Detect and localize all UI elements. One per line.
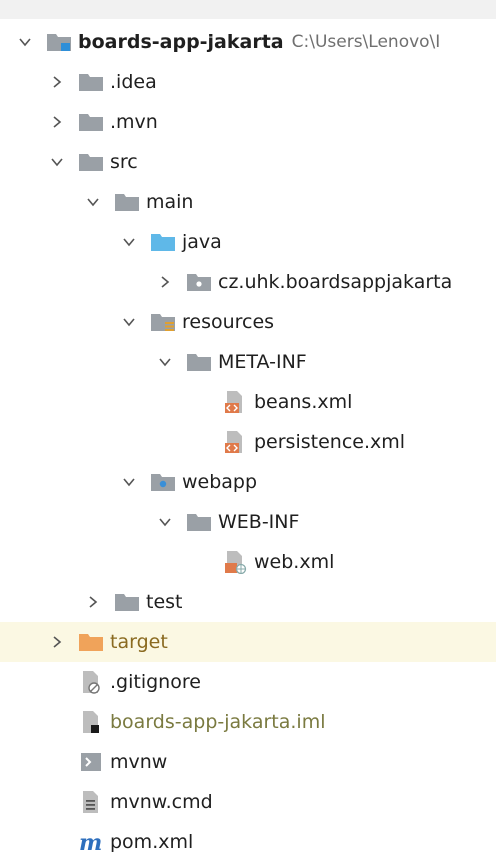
resources-folder-icon bbox=[150, 310, 176, 334]
folder-icon bbox=[114, 190, 140, 214]
tree-label: web.xml bbox=[254, 551, 335, 573]
tree-label: .idea bbox=[110, 71, 157, 93]
folder-icon bbox=[78, 110, 104, 134]
web-folder-icon bbox=[150, 470, 176, 494]
chevron-down-icon[interactable] bbox=[118, 471, 140, 493]
chevron-down-icon[interactable] bbox=[154, 511, 176, 533]
tree-node-web-inf[interactable]: WEB-INF bbox=[0, 502, 496, 542]
folder-icon bbox=[186, 350, 212, 374]
tree-label: META-INF bbox=[218, 351, 307, 373]
root-label: boards-app-jakarta bbox=[78, 31, 284, 53]
chevron-down-icon[interactable] bbox=[154, 351, 176, 373]
project-tree[interactable]: boards-app-jakarta C:\Users\Lenovo\I .id… bbox=[0, 22, 496, 862]
chevron-right-icon[interactable] bbox=[46, 111, 68, 133]
tree-label: beans.xml bbox=[254, 391, 353, 413]
maven-icon: m bbox=[78, 830, 104, 854]
web-xml-file-icon bbox=[222, 550, 248, 574]
tree-node-mvnw-cmd[interactable]: mvnw.cmd bbox=[0, 782, 496, 822]
tree-node-main[interactable]: main bbox=[0, 182, 496, 222]
tree-node-src[interactable]: src bbox=[0, 142, 496, 182]
chevron-down-icon[interactable] bbox=[82, 191, 104, 213]
tree-label: cz.uhk.boardsappjakarta bbox=[218, 271, 453, 293]
source-folder-icon bbox=[150, 230, 176, 254]
tree-node-java[interactable]: java bbox=[0, 222, 496, 262]
tree-node-meta-inf[interactable]: META-INF bbox=[0, 342, 496, 382]
tree-node-target[interactable]: target bbox=[0, 622, 496, 662]
tree-label: src bbox=[110, 151, 138, 173]
tree-node-webapp[interactable]: webapp bbox=[0, 462, 496, 502]
tree-label: target bbox=[110, 631, 168, 653]
module-folder-icon bbox=[46, 30, 72, 54]
shell-script-icon bbox=[78, 750, 104, 774]
ignored-file-icon bbox=[78, 670, 104, 694]
tree-label: main bbox=[146, 191, 194, 213]
root-path: C:\Users\Lenovo\I bbox=[291, 32, 441, 52]
tree-label: .gitignore bbox=[110, 671, 201, 693]
tree-label: java bbox=[182, 231, 222, 253]
tree-node-beans-xml[interactable]: beans.xml bbox=[0, 382, 496, 422]
tree-label: test bbox=[146, 591, 183, 613]
tree-node-test[interactable]: test bbox=[0, 582, 496, 622]
tree-label: mvnw.cmd bbox=[110, 791, 213, 813]
svg-text:m: m bbox=[79, 830, 102, 854]
tree-node-gitignore[interactable]: .gitignore bbox=[0, 662, 496, 702]
tree-node-package[interactable]: cz.uhk.boardsappjakarta bbox=[0, 262, 496, 302]
tree-label: persistence.xml bbox=[254, 431, 406, 453]
tree-label: .mvn bbox=[110, 111, 158, 133]
chevron-down-icon[interactable] bbox=[118, 231, 140, 253]
tree-label: mvnw bbox=[110, 751, 168, 773]
tree-node-resources[interactable]: resources bbox=[0, 302, 496, 342]
tree-node-persistence-xml[interactable]: persistence.xml bbox=[0, 422, 496, 462]
excluded-folder-icon bbox=[78, 630, 104, 654]
chevron-down-icon[interactable] bbox=[46, 151, 68, 173]
xml-file-icon bbox=[222, 390, 248, 414]
tree-node-web-xml[interactable]: web.xml bbox=[0, 542, 496, 582]
package-icon bbox=[186, 270, 212, 294]
tree-label: boards-app-jakarta.iml bbox=[110, 711, 326, 733]
module-file-icon bbox=[78, 710, 104, 734]
folder-icon bbox=[78, 70, 104, 94]
chevron-right-icon[interactable] bbox=[46, 631, 68, 653]
xml-file-icon bbox=[222, 430, 248, 454]
tree-node-root[interactable]: boards-app-jakarta C:\Users\Lenovo\I bbox=[0, 22, 496, 62]
folder-icon bbox=[186, 510, 212, 534]
tree-node-pom-xml[interactable]: m pom.xml bbox=[0, 822, 496, 862]
chevron-right-icon[interactable] bbox=[82, 591, 104, 613]
folder-icon bbox=[78, 150, 104, 174]
tree-node-idea[interactable]: .idea bbox=[0, 62, 496, 102]
tree-label: webapp bbox=[182, 471, 258, 493]
text-file-icon bbox=[78, 790, 104, 814]
folder-icon bbox=[114, 590, 140, 614]
top-toolbar-strip bbox=[0, 0, 496, 19]
tree-node-mvnw[interactable]: mvnw bbox=[0, 742, 496, 782]
chevron-right-icon[interactable] bbox=[154, 271, 176, 293]
chevron-right-icon[interactable] bbox=[46, 71, 68, 93]
tree-label: WEB-INF bbox=[218, 511, 300, 533]
tree-label: resources bbox=[182, 311, 275, 333]
chevron-down-icon[interactable] bbox=[118, 311, 140, 333]
chevron-down-icon[interactable] bbox=[14, 31, 36, 53]
tree-label: pom.xml bbox=[110, 831, 194, 853]
tree-node-iml[interactable]: boards-app-jakarta.iml bbox=[0, 702, 496, 742]
tree-node-mvn[interactable]: .mvn bbox=[0, 102, 496, 142]
